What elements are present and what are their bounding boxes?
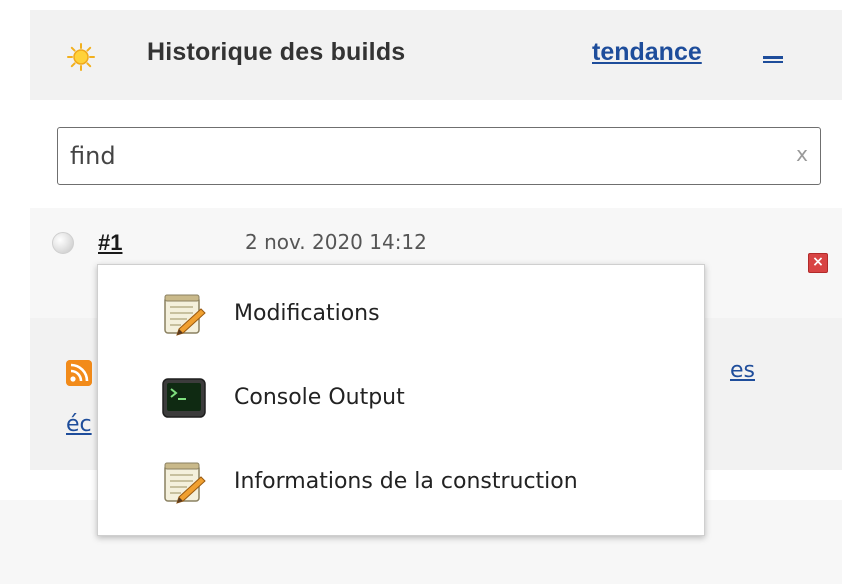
sun-icon (67, 43, 95, 71)
clear-search-button[interactable]: x (796, 142, 808, 166)
build-number-link[interactable]: #1 (98, 230, 122, 256)
notepad-pencil-icon (164, 462, 206, 504)
menu-item-label: Console Output (234, 385, 405, 410)
build-search-input[interactable] (70, 138, 770, 174)
panel-title: Historique des builds (147, 38, 406, 66)
rss-icon[interactable] (66, 360, 92, 386)
panel-header: Historique des builds tendance (30, 10, 842, 100)
menu-item-build-info[interactable]: Informations de la construction (98, 441, 704, 523)
menu-item-modifications[interactable]: Modifications (98, 273, 704, 355)
menu-item-label: Modifications (234, 301, 380, 326)
trend-icon[interactable] (763, 56, 783, 63)
feed-link-failed[interactable]: éc (66, 412, 92, 437)
trend-link[interactable]: tendance (592, 38, 702, 67)
build-context-menu: Modifications Console Output Information… (97, 264, 705, 536)
menu-item-label: Informations de la construction (234, 469, 578, 494)
build-search-box: x (57, 127, 821, 185)
feed-link-failures[interactable]: es (730, 358, 755, 383)
build-status-icon (52, 232, 74, 254)
notepad-pencil-icon (164, 294, 206, 336)
build-search-area: x (30, 100, 842, 208)
terminal-icon (162, 378, 206, 418)
menu-item-console-output[interactable]: Console Output (98, 357, 704, 439)
build-date: 2 nov. 2020 14:12 (245, 230, 427, 254)
delete-build-icon[interactable]: × (808, 253, 828, 273)
